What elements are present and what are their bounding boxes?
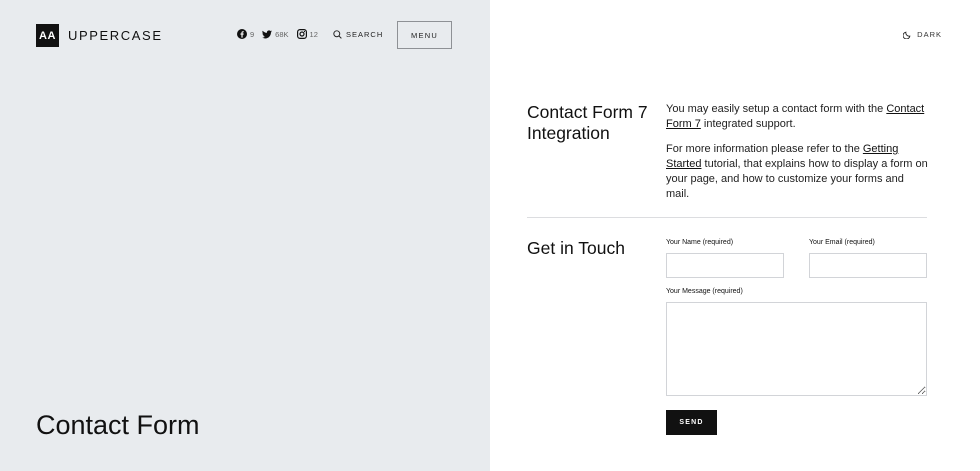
- contact-heading: Get in Touch: [527, 238, 625, 258]
- paragraph-text: tutorial, that explains how to display a…: [666, 158, 928, 200]
- facebook-count: 9: [250, 29, 255, 39]
- message-label: Your Message (required): [666, 288, 743, 295]
- page-title: Contact Form: [36, 410, 200, 440]
- twitter-icon: [262, 29, 273, 38]
- logo-text: UPPERCASE: [68, 28, 163, 43]
- instagram-count: 12: [309, 29, 318, 39]
- integration-paragraph-2: For more information please refer to the…: [666, 142, 928, 202]
- search-label: SEARCH: [346, 30, 384, 39]
- twitter-link[interactable]: 68K: [262, 29, 289, 39]
- facebook-icon: [237, 29, 247, 39]
- paragraph-text: For more information please refer to the: [666, 143, 863, 155]
- instagram-link[interactable]: 12: [296, 29, 318, 39]
- dark-mode-label: DARK: [917, 30, 942, 39]
- dark-mode-toggle[interactable]: DARK: [903, 30, 942, 39]
- integration-heading: Contact Form 7 Integration: [527, 102, 648, 143]
- social-links: 9 68K 12: [237, 29, 318, 39]
- message-field[interactable]: [666, 302, 927, 396]
- menu-button[interactable]: MENU: [397, 21, 452, 49]
- paragraph-text: integrated support.: [700, 118, 796, 130]
- integration-text: You may easily setup a contact form with…: [666, 102, 928, 202]
- paragraph-text: You may easily setup a contact form with…: [666, 103, 887, 115]
- name-label: Your Name (required): [666, 239, 734, 246]
- site-logo[interactable]: AA UPPERCASE: [36, 24, 163, 47]
- integration-paragraph-1: You may easily setup a contact form with…: [666, 102, 928, 132]
- search-button[interactable]: SEARCH: [333, 30, 383, 39]
- name-field[interactable]: [666, 253, 784, 278]
- moon-icon: [903, 31, 911, 39]
- email-field[interactable]: [809, 253, 927, 278]
- left-panel: AA UPPERCASE 9 68K 12 SEARCH MENU Contac…: [0, 0, 490, 471]
- section-divider: [527, 217, 927, 218]
- send-button[interactable]: SEND: [666, 410, 717, 435]
- email-label: Your Email (required): [809, 239, 875, 246]
- right-panel: DARK Contact Form 7 Integration You may …: [490, 0, 980, 471]
- instagram-icon: [296, 29, 307, 39]
- twitter-count: 68K: [275, 29, 289, 39]
- logo-mark: AA: [36, 24, 59, 47]
- facebook-link[interactable]: 9: [237, 29, 254, 39]
- search-icon: [333, 30, 342, 39]
